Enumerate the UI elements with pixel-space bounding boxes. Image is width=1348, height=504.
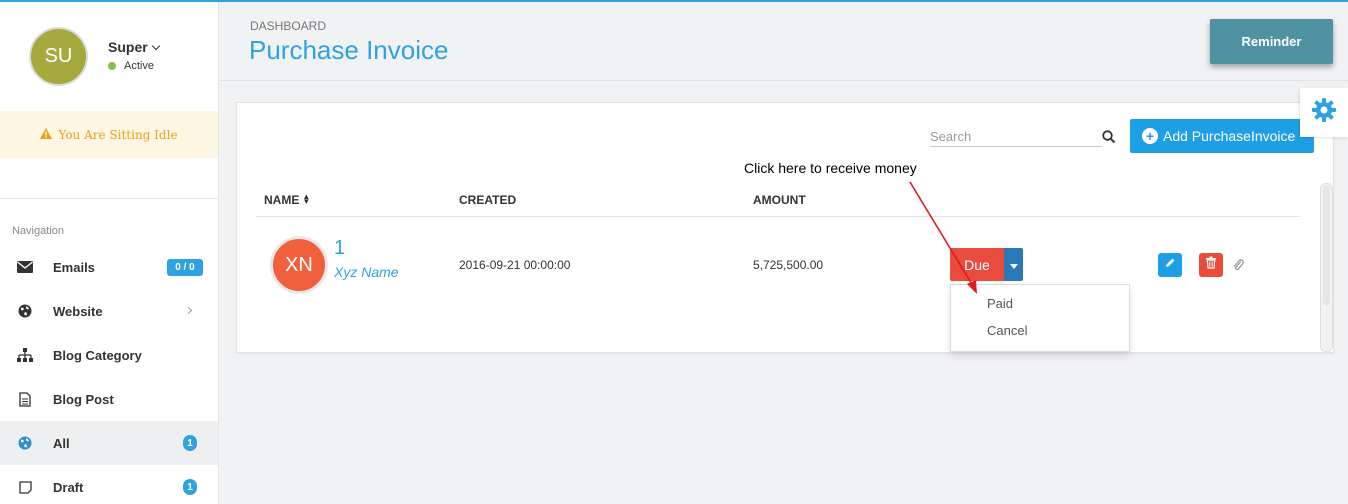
table-header-divider	[256, 216, 1300, 217]
sidebar-item-label: Blog Post	[53, 391, 114, 407]
annotation-arrow-icon	[909, 181, 977, 294]
row-amount: 5,725,500.00	[753, 258, 824, 272]
user-menu-toggle[interactable]: Super	[108, 39, 160, 55]
row-created: 2016-09-21 00:00:00	[459, 258, 571, 272]
sidebar-item-blog-category[interactable]: Blog Category	[0, 333, 218, 377]
row-name: Xyz Name	[334, 264, 399, 280]
globe-icon	[17, 303, 33, 319]
user-profile: SU Super Active	[0, 0, 219, 111]
edit-button[interactable]	[1158, 253, 1182, 277]
pencil-icon	[1164, 256, 1176, 274]
vertical-scrollbar[interactable]	[1320, 183, 1333, 352]
sidebar: SU Super Active You Are Sitting Idle Nav…	[0, 0, 219, 504]
sidebar-item-label: Draft	[53, 479, 84, 495]
status-dot-icon	[108, 62, 116, 70]
settings-toggle[interactable]	[1300, 88, 1348, 137]
page-header: DASHBOARD Purchase Invoice Reminder	[220, 2, 1348, 81]
draft-count-badge: 1	[183, 479, 197, 495]
all-count-badge: 1	[183, 435, 197, 451]
idle-message: You Are Sitting Idle	[58, 127, 178, 142]
column-header-created: CREATED	[459, 193, 517, 207]
reminder-button[interactable]: Reminder	[1210, 19, 1333, 64]
document-icon	[17, 391, 33, 407]
sidebar-item-label: All	[53, 435, 70, 451]
sidebar-item-label: Website	[53, 303, 103, 319]
page-title: Purchase Invoice	[249, 35, 449, 65]
emails-count-badge: 0 / 0	[167, 259, 203, 276]
breadcrumb[interactable]: DASHBOARD	[250, 19, 326, 33]
delete-button[interactable]	[1199, 253, 1223, 277]
sort-icon: ▲ ▼	[302, 191, 311, 206]
chevron-right-icon	[184, 306, 193, 315]
user-name: Super	[108, 39, 148, 55]
annotation-text: Click here to receive money	[744, 160, 917, 176]
status-option-paid[interactable]: Paid	[987, 296, 1013, 311]
square-icon	[17, 479, 33, 495]
status-dropdown-toggle[interactable]	[1004, 248, 1023, 281]
globe-icon	[17, 435, 33, 451]
warning-icon	[40, 127, 53, 142]
idle-warning: You Are Sitting Idle	[0, 111, 218, 158]
column-header-name[interactable]: NAME ▲ ▼	[264, 191, 311, 207]
top-accent-line	[0, 0, 1348, 2]
sidebar-item-label: Emails	[53, 259, 95, 275]
add-purchase-invoice-button[interactable]: + Add PurchaseInvoice	[1130, 119, 1314, 153]
user-status: Active	[124, 60, 154, 72]
sidebar-item-draft[interactable]: Draft 1	[0, 465, 218, 504]
plus-circle-icon: +	[1142, 128, 1158, 144]
chevron-down-icon	[151, 41, 160, 51]
user-avatar[interactable]: SU	[29, 27, 88, 86]
sidebar-item-all[interactable]: All 1	[0, 421, 218, 465]
divider	[0, 198, 218, 199]
scrollbar-thumb[interactable]	[1323, 185, 1330, 305]
column-header-amount: AMOUNT	[753, 193, 806, 207]
search-input[interactable]	[930, 127, 1102, 147]
caret-down-icon	[1009, 256, 1018, 274]
nav-title: Navigation	[12, 225, 64, 237]
column-label: NAME	[264, 193, 300, 207]
row-id-link[interactable]: 1	[334, 237, 345, 260]
add-button-label: Add PurchaseInvoice	[1163, 128, 1296, 144]
row-avatar: XN	[270, 236, 328, 294]
paperclip-icon[interactable]	[1232, 258, 1244, 272]
status-option-cancel[interactable]: Cancel	[987, 323, 1027, 338]
sidebar-item-website[interactable]: Website	[0, 289, 218, 333]
sidebar-item-blog-post[interactable]: Blog Post	[0, 377, 218, 421]
sidebar-item-emails[interactable]: Emails 0 / 0	[0, 245, 218, 289]
trash-icon	[1205, 256, 1217, 274]
sidebar-item-label: Blog Category	[53, 347, 142, 363]
search-icon[interactable]	[1102, 130, 1116, 144]
sitemap-icon	[17, 347, 33, 363]
envelope-icon	[17, 259, 33, 275]
gear-icon	[1311, 97, 1337, 128]
